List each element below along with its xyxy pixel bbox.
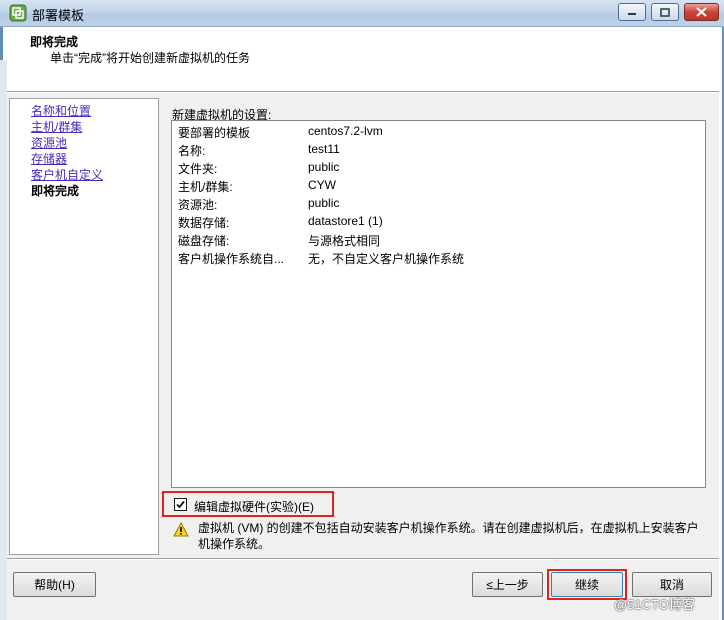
nav-step-host-cluster[interactable]: 主机/群集 xyxy=(31,118,82,135)
edit-hardware-label[interactable]: 编辑虚拟硬件(实验)(E) xyxy=(194,498,314,515)
settings-key: 客户机操作系统自... xyxy=(178,252,285,266)
page-subtitle: 单击“完成”将开始创建新虚拟机的任务 xyxy=(50,51,250,65)
help-button[interactable]: 帮助(H) xyxy=(13,572,96,597)
warning-message: 虚拟机 (VM) 的创建不包括自动安装客户机操作系统。请在创建虚拟机后，在虚拟机… xyxy=(198,521,699,551)
settings-value: 无，不自定义客户机操作系统 xyxy=(308,252,465,266)
settings-value: centos7.2-lvm xyxy=(308,124,383,138)
settings-value: CYW xyxy=(308,178,336,192)
nav-step-name-location[interactable]: 名称和位置 xyxy=(31,102,91,119)
nav-step-resource-pool[interactable]: 资源池 xyxy=(31,134,67,151)
minimize-icon xyxy=(628,13,636,15)
background-strip xyxy=(0,60,7,620)
settings-key: 磁盘存储: xyxy=(178,234,230,248)
maximize-icon xyxy=(660,7,670,17)
edit-hardware-checkbox[interactable] xyxy=(174,498,187,511)
settings-value: test11 xyxy=(308,142,340,156)
vsphere-icon xyxy=(9,4,27,22)
settings-summary-list[interactable]: 要部署的模板 centos7.2-lvm 名称: test11 文件夹: pub… xyxy=(171,120,706,488)
settings-value: public xyxy=(308,196,340,210)
settings-value: 与源格式相同 xyxy=(308,234,381,248)
wizard-header: 即将完成 单击“完成”将开始创建新虚拟机的任务 xyxy=(7,27,719,92)
close-icon xyxy=(696,7,707,17)
next-button[interactable]: 继续 xyxy=(551,572,623,597)
edit-hardware-highlight: 编辑虚拟硬件(实验)(E) xyxy=(162,491,334,517)
wizard-steps-nav: 名称和位置 主机/群集 资源池 存储器 客户机自定义 即将完成 xyxy=(9,98,159,555)
minimize-button[interactable] xyxy=(618,3,646,21)
window-title: 部署模板 xyxy=(32,8,85,23)
settings-key: 资源池: xyxy=(178,198,218,212)
nav-step-storage[interactable]: 存储器 xyxy=(31,150,67,167)
nav-step-guest-customization[interactable]: 客户机自定义 xyxy=(31,166,103,183)
settings-value: datastore1 (1) xyxy=(308,214,383,228)
settings-key: 数据存储: xyxy=(178,216,230,230)
footer-divider xyxy=(7,558,719,560)
settings-value: public xyxy=(308,160,340,174)
settings-key: 名称: xyxy=(178,144,206,158)
nav-step-ready-to-complete: 即将完成 xyxy=(31,184,80,198)
settings-key: 要部署的模板 xyxy=(178,126,251,140)
checkmark-icon xyxy=(176,500,185,509)
warning-icon xyxy=(173,522,189,537)
page-title: 即将完成 xyxy=(30,35,79,49)
watermark: @51CTO博客 xyxy=(614,597,695,612)
settings-key: 文件夹: xyxy=(178,162,218,176)
settings-key: 主机/群集: xyxy=(178,180,233,194)
back-button[interactable]: ≤上一步 xyxy=(472,572,543,597)
maximize-button[interactable] xyxy=(651,3,679,21)
title-bar[interactable]: 部署模板 xyxy=(0,0,724,27)
close-button[interactable] xyxy=(684,3,719,21)
